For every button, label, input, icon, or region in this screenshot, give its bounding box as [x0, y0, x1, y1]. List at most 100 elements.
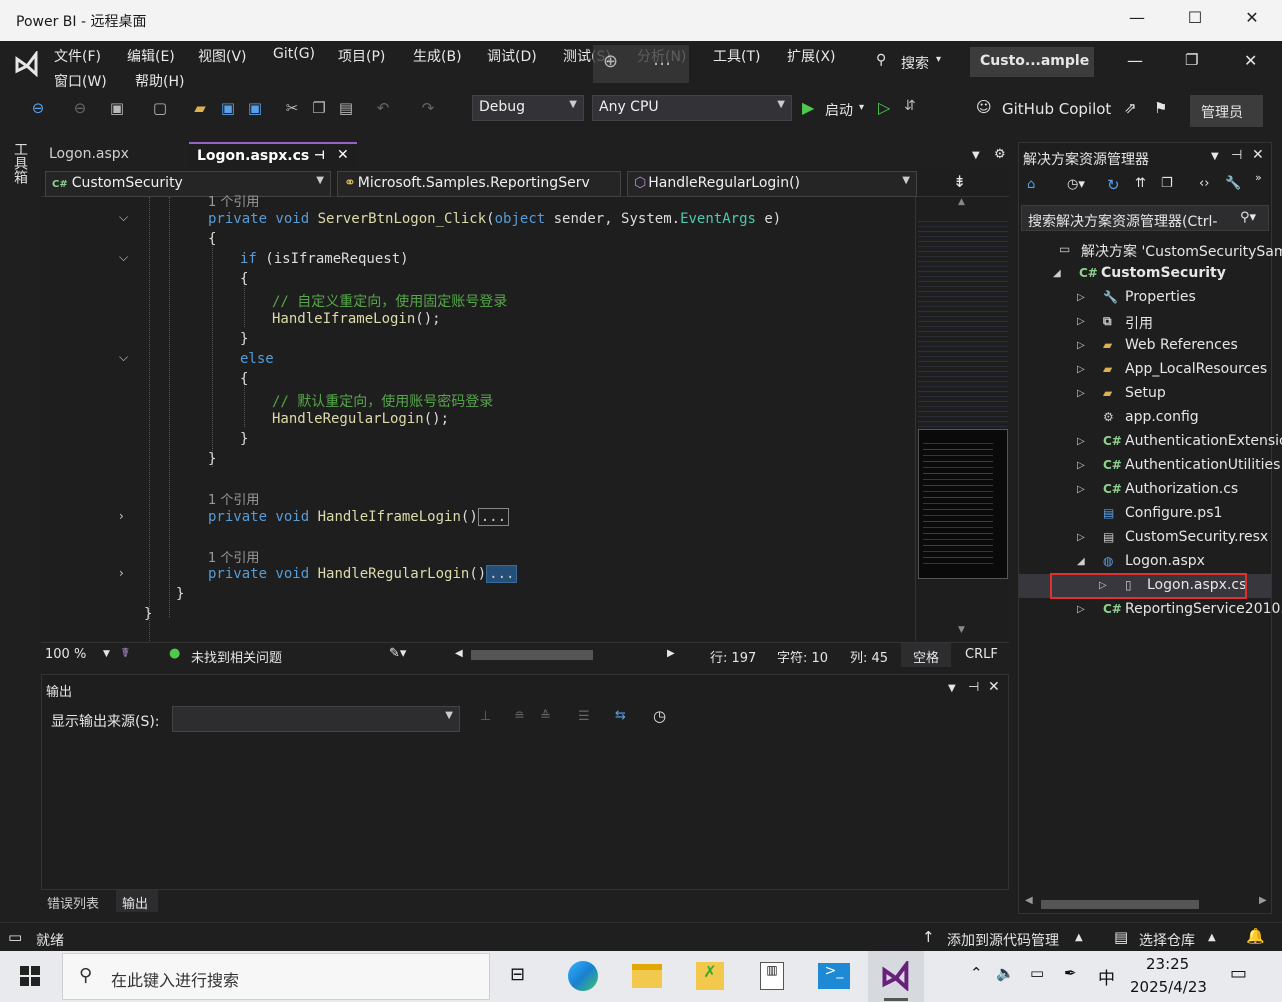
undo-icon[interactable]: ↶: [373, 99, 393, 117]
tree-row-folder-node[interactable]: ▷ ▰ Setup: [1019, 382, 1271, 406]
close-button[interactable]: ✕: [1232, 8, 1272, 32]
tab-output[interactable]: 输出: [116, 890, 158, 912]
vs-close-button[interactable]: ✕: [1244, 51, 1257, 70]
char-number[interactable]: 字符: 10: [777, 647, 828, 666]
chevron-up-icon[interactable]: ▲: [1075, 932, 1083, 943]
network-icon[interactable]: ▭: [1030, 964, 1044, 982]
code-lens-reference[interactable]: 1 个引用: [208, 191, 259, 210]
horizontal-scroll-thumb[interactable]: [1041, 900, 1199, 909]
tree-row-folder-node[interactable]: ▷ ▰ Web References: [1019, 334, 1271, 358]
add-item-icon[interactable]: ▢: [150, 99, 170, 117]
collapsed-region[interactable]: ...: [477, 508, 510, 526]
collapsed-arrow-icon[interactable]: ▷: [1077, 292, 1085, 303]
menu-item[interactable]: 文件(F): [54, 46, 101, 66]
add-to-source-control[interactable]: 添加到源代码管理: [947, 930, 1059, 950]
column-number[interactable]: 列: 45: [850, 647, 888, 666]
menu-item[interactable]: 视图(V): [198, 46, 247, 66]
notification-bell-icon[interactable]: 🔔: [1246, 927, 1265, 945]
issues-status[interactable]: 未找到相关问题: [191, 647, 282, 666]
collapsed-arrow-icon[interactable]: ▷: [1077, 460, 1085, 471]
open-folder-icon[interactable]: ▰: [190, 99, 210, 117]
tree-row-folder-node[interactable]: ▷ ▰ App_LocalResources: [1019, 358, 1271, 382]
app-icon[interactable]: ✗: [696, 962, 724, 990]
save-all-icon[interactable]: ▣: [245, 99, 265, 117]
next-message-icon[interactable]: ≙: [540, 709, 551, 724]
close-tab-icon[interactable]: ✕: [337, 147, 349, 163]
start-without-debug-icon[interactable]: ▷: [878, 98, 890, 117]
line-ending[interactable]: CRLF: [965, 647, 998, 662]
tree-row-file-node[interactable]: ▷ C# AuthenticationExtensic: [1019, 430, 1282, 454]
tab-dropdown-icon[interactable]: ▼: [972, 150, 980, 161]
configuration-select[interactable]: Debug ▼: [472, 95, 584, 121]
save-icon[interactable]: ▣: [218, 99, 238, 117]
cut-icon[interactable]: ✂: [282, 99, 302, 117]
scroll-up-icon[interactable]: ▲: [958, 197, 965, 207]
copy-icon[interactable]: ❐: [309, 99, 329, 117]
collapsed-arrow-icon[interactable]: ▷: [1077, 604, 1085, 615]
split-view-icon[interactable]: ⇟: [953, 172, 966, 191]
tree-row-file-node[interactable]: ⚙ app.config: [1019, 406, 1271, 430]
menu-item[interactable]: 工具(T): [713, 46, 760, 66]
paste-icon[interactable]: ▤: [336, 99, 356, 117]
solution-name-badge[interactable]: Custo...ample: [970, 47, 1094, 77]
cleanup-brush-icon[interactable]: ✎▾: [389, 646, 406, 661]
minimap-scrollbar[interactable]: ▲ ▼: [915, 197, 1009, 641]
code-view-icon[interactable]: ‹›: [1199, 176, 1209, 191]
tree-row-file-node[interactable]: ▷ C# Authorization.cs: [1019, 478, 1271, 502]
collapsed-region-selected[interactable]: ...: [486, 565, 518, 583]
tab-logon-aspx-cs[interactable]: Logon.aspx.cs ⊣ ✕: [189, 142, 357, 168]
code-editor[interactable]: ⌵ ⌵ ⌵ › › 1 个引用 private void ServerBtnLo…: [41, 195, 915, 641]
prev-message-icon[interactable]: ≘: [514, 709, 525, 724]
collapsed-arrow-icon[interactable]: ▷: [1077, 388, 1085, 399]
menu-item[interactable]: 调试(D): [487, 46, 537, 66]
share-icon[interactable]: ⇗: [1124, 99, 1137, 117]
tree-row-file-node[interactable]: ◢ ◍ Logon.aspx: [1019, 550, 1271, 574]
fold-collapse-icon[interactable]: ⌵: [119, 210, 128, 225]
toolbox-strip[interactable]: 工具箱: [8, 142, 30, 202]
expanded-arrow-icon[interactable]: ◢: [1077, 556, 1085, 567]
menu-item[interactable]: 生成(B): [413, 46, 462, 66]
forward-icon[interactable]: ⊖: [70, 99, 90, 117]
task-view-icon[interactable]: ⊟: [510, 964, 525, 985]
intellicode-icon[interactable]: ☤: [121, 646, 130, 661]
report-builder-icon[interactable]: ▥: [760, 962, 784, 990]
scroll-down-icon[interactable]: ▼: [958, 625, 965, 635]
chevron-up-icon[interactable]: ⌃: [970, 964, 983, 982]
solution-search-input[interactable]: 搜索解决方案资源管理器(Ctrl- ⚲▾: [1021, 205, 1269, 231]
menu-item[interactable]: 项目(P): [338, 46, 385, 66]
maximize-button[interactable]: ☐: [1175, 8, 1215, 32]
collapsed-arrow-icon[interactable]: ▷: [1077, 340, 1085, 351]
feedback-icon[interactable]: ⚑: [1154, 99, 1167, 117]
volume-muted-icon[interactable]: 🔈: [996, 964, 1015, 982]
menu-item[interactable]: Git(G): [273, 46, 315, 62]
clock-date[interactable]: 2025/4/23: [1130, 978, 1207, 996]
pin-icon[interactable]: ⊣: [1231, 148, 1242, 163]
edge-browser-icon[interactable]: [568, 961, 598, 991]
notification-center-icon[interactable]: ▭: [1230, 963, 1247, 984]
collapsed-arrow-icon[interactable]: ▷: [1077, 484, 1085, 495]
tree-row-solution-node[interactable]: ▭ 解决方案 'CustomSecuritySam: [1019, 238, 1282, 262]
tree-row-file-node[interactable]: ▷ ▤ CustomSecurity.resx: [1019, 526, 1271, 550]
word-wrap-icon[interactable]: ⇆: [615, 708, 626, 723]
show-all-files-icon[interactable]: ❐: [1161, 176, 1173, 191]
expanded-arrow-icon[interactable]: ◢: [1053, 268, 1061, 279]
clear-all-icon[interactable]: ☰: [578, 709, 590, 724]
vs-minimize-button[interactable]: —: [1127, 51, 1143, 70]
whitespace-mode[interactable]: 空格: [901, 643, 951, 667]
powershell-icon[interactable]: >_: [818, 963, 850, 989]
output-source-select[interactable]: ▼: [172, 706, 460, 732]
scroll-left-icon[interactable]: ◀: [1025, 895, 1033, 906]
notification-chat-icon[interactable]: ▭: [8, 928, 22, 946]
scroll-right-icon[interactable]: ▶: [667, 648, 675, 659]
close-panel-icon[interactable]: ✕: [988, 679, 1000, 695]
find-message-icon[interactable]: ⊥: [480, 709, 491, 724]
collapsed-arrow-icon[interactable]: ▷: [1077, 316, 1085, 327]
file-explorer-icon[interactable]: [632, 964, 662, 988]
collapsed-arrow-icon[interactable]: ▷: [1077, 436, 1085, 447]
history-icon[interactable]: ◷▾: [1067, 177, 1085, 192]
arrow-up-icon[interactable]: ↑: [922, 928, 935, 946]
class-combo[interactable]: ⚭ Microsoft.Samples.ReportingServ: [337, 171, 621, 197]
close-panel-icon[interactable]: ✕: [1252, 147, 1264, 163]
taskbar-search-box[interactable]: ⚲ 在此键入进行搜索: [62, 953, 490, 1000]
tree-row-file-node-selected[interactable]: ▷ ▯ Logon.aspx.cs: [1019, 573, 1271, 599]
